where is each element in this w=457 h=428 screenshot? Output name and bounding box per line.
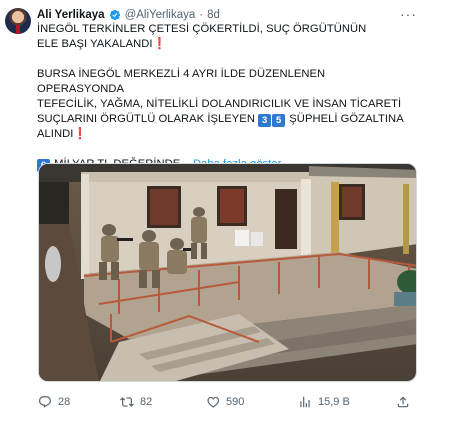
text-line: İNEGÖL TERKİNLER ÇETESİ ÇÖKERTİLDİ, SUÇ … <box>37 22 412 37</box>
reply-button[interactable]: 28 <box>38 392 70 412</box>
tweet-time[interactable]: 8d <box>207 9 220 21</box>
action-bar: 28 82 590 15,9 B <box>38 392 418 412</box>
reply-icon <box>39 396 51 408</box>
views-chart-icon <box>300 396 310 408</box>
text-line: TEFECİLİK, YAĞMA, NİTELİKLİ DOLANDIRICIL… <box>37 97 412 112</box>
text-span: ŞÜPHELİ GÖZALTINA <box>289 113 404 125</box>
verified-badge-icon <box>109 9 120 21</box>
text-span: TEFECİLİK, YAĞMA, NİTELİKLİ DOLANDIRICIL… <box>37 98 402 110</box>
text-span: BURSA İNEGÖL MERKEZLİ 4 AYRI İLDE DÜZENL… <box>37 68 326 95</box>
text-span: ALINDI <box>37 128 74 140</box>
separator-dot: · <box>199 9 204 21</box>
keycap-digit-icon: 5 <box>272 114 286 127</box>
author-handle[interactable]: @AliYerlikaya <box>125 9 196 21</box>
more-options-button[interactable]: ··· <box>400 6 417 22</box>
retweet-icon <box>120 397 134 407</box>
text-line: ELE BAŞI YAKALANDI❗ <box>37 37 412 52</box>
avatar[interactable] <box>5 8 31 34</box>
heart-icon <box>207 396 220 408</box>
keycap-digit-icon: 3 <box>258 114 272 127</box>
retweet-button[interactable]: 82 <box>120 392 152 412</box>
video-frame-illustration <box>39 164 416 381</box>
text-span: SUÇLARINI ÖRGÜTLÜ OLARAK İŞLEYEN <box>37 113 255 125</box>
text-span: İNEGÖL TERKİNLER ÇETESİ ÇÖKERTİLDİ, SUÇ … <box>37 23 367 35</box>
tweet-text: İNEGÖL TERKİNLER ÇETESİ ÇÖKERTİLDİ, SUÇ … <box>37 22 412 172</box>
exclamation-emoji-icon: ❗ <box>73 128 88 140</box>
like-button[interactable]: 590 <box>206 392 244 412</box>
text-line: SUÇLARINI ÖRGÜTLÜ OLARAK İŞLEYEN 35 ŞÜPH… <box>37 112 412 127</box>
video-thumbnail[interactable] <box>38 163 417 382</box>
text-line: ALINDI❗ <box>37 127 412 142</box>
exclamation-emoji-icon: ❗ <box>152 38 167 50</box>
text-span: ELE BAŞI YAKALANDI <box>37 38 153 50</box>
retweet-count: 82 <box>140 396 153 408</box>
like-count: 590 <box>226 396 245 408</box>
text-line: BURSA İNEGÖL MERKEZLİ 4 AYRI İLDE DÜZENL… <box>37 67 412 97</box>
share-button[interactable] <box>396 392 410 412</box>
share-icon <box>397 396 409 408</box>
reply-count: 28 <box>58 396 71 408</box>
views-button[interactable]: 15,9 B <box>298 392 350 412</box>
author-name[interactable]: Ali Yerlikaya <box>37 9 105 21</box>
views-count: 15,9 B <box>318 396 350 408</box>
tweet-card[interactable]: Ali Yerlikaya @AliYerlikaya · 8d ··· İNE… <box>0 0 457 428</box>
